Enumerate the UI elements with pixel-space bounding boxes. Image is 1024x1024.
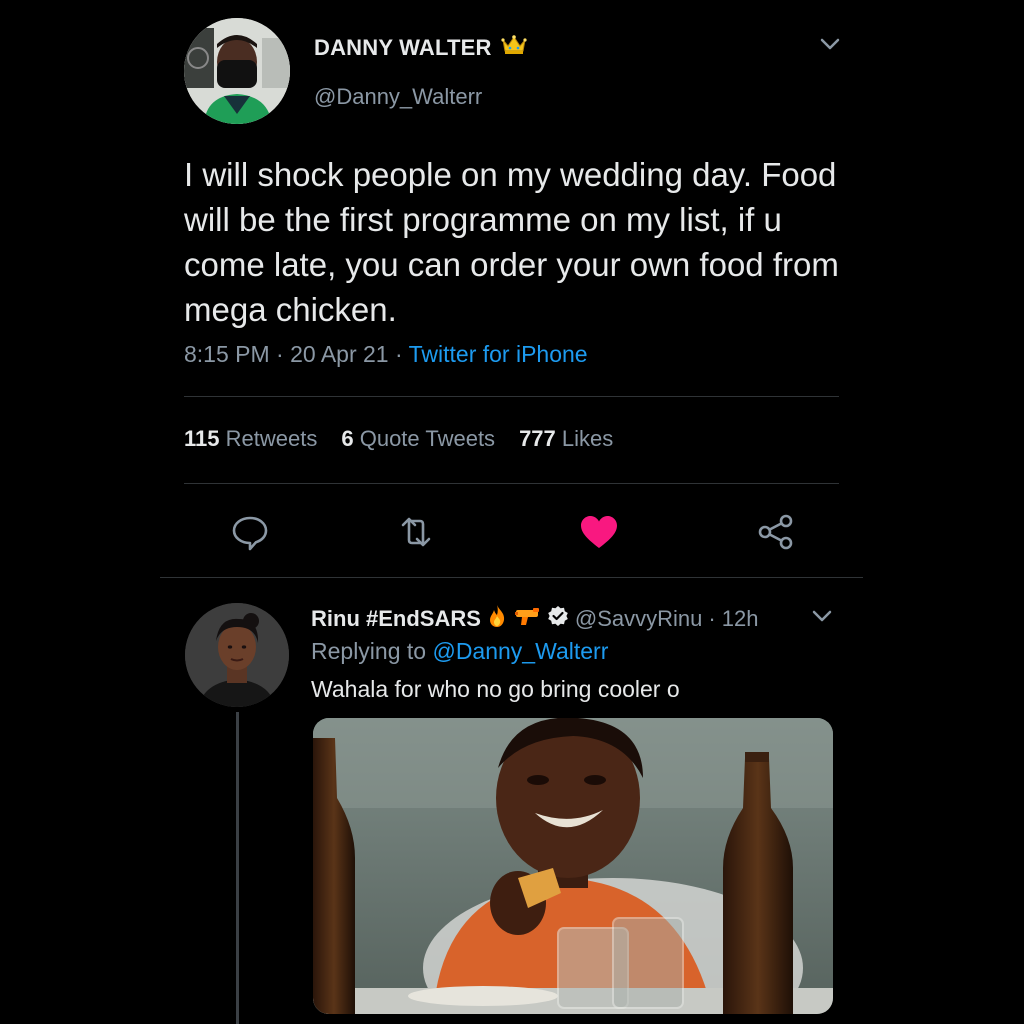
reply-media-image[interactable] [313, 718, 833, 1014]
author-name-text: DANNY WALTER [314, 35, 492, 60]
crown-icon [500, 34, 528, 62]
tweet-text: I will shock people on my wedding day. F… [184, 156, 839, 328]
chevron-down-icon[interactable] [809, 606, 835, 626]
reply-separator: · [708, 606, 716, 631]
retweets-stat[interactable]: 115 Retweets [184, 426, 317, 452]
water-gun-icon [513, 605, 541, 633]
likes-count: 777 [519, 426, 556, 451]
reply-icon[interactable] [228, 510, 272, 554]
quote-tweets-label: Quote Tweets [359, 426, 496, 451]
replying-to-handle[interactable]: @Danny_Walterr [432, 638, 608, 664]
thread-line [236, 712, 239, 1024]
replying-label: Replying to [311, 638, 427, 664]
tweet-time[interactable]: 8:15 PM [184, 341, 270, 367]
fire-icon [487, 604, 507, 634]
verified-badge-icon [547, 605, 569, 633]
replying-to: Replying to @Danny_Walterr [311, 638, 608, 665]
meta-separator: · [276, 341, 284, 367]
tweet-stats: 115 Retweets 6 Quote Tweets 777 Likes [184, 426, 613, 452]
author-name[interactable]: DANNY WALTER [314, 34, 528, 62]
like-icon[interactable] [577, 510, 621, 554]
quote-tweets-stat[interactable]: 6 Quote Tweets [341, 426, 495, 452]
chevron-down-icon[interactable] [817, 34, 843, 54]
reply-author-avatar[interactable] [185, 603, 289, 707]
reply-author-handle[interactable]: @SavvyRinu [575, 606, 703, 632]
author-handle[interactable]: @Danny_Walterr [314, 84, 482, 110]
retweets-label: Retweets [225, 426, 318, 451]
likes-label: Likes [561, 426, 614, 451]
reply-age[interactable]: 12h [722, 606, 759, 632]
share-icon[interactable] [754, 510, 798, 554]
reply-header: Rinu #EndSARS @SavvyRinu · 12h [311, 604, 758, 634]
retweet-icon[interactable] [394, 510, 438, 554]
author-avatar[interactable] [184, 18, 290, 124]
meta-separator: · [394, 341, 403, 367]
retweets-count: 115 [184, 426, 220, 451]
tweet-date[interactable]: 20 Apr 21 [290, 341, 388, 367]
divider [160, 577, 863, 578]
tweet-metadata: 8:15 PM · 20 Apr 21 · Twitter for iPhone [184, 341, 588, 368]
divider [184, 396, 839, 397]
tweet-source[interactable]: Twitter for iPhone [409, 341, 588, 367]
quote-tweets-count: 6 [341, 426, 354, 451]
tweet-actions [184, 510, 804, 554]
reply-text: Wahala for who no go bring cooler o [311, 676, 680, 702]
likes-stat[interactable]: 777 Likes [519, 426, 613, 452]
reply-author-name[interactable]: Rinu #EndSARS [311, 606, 481, 632]
divider [184, 483, 839, 484]
